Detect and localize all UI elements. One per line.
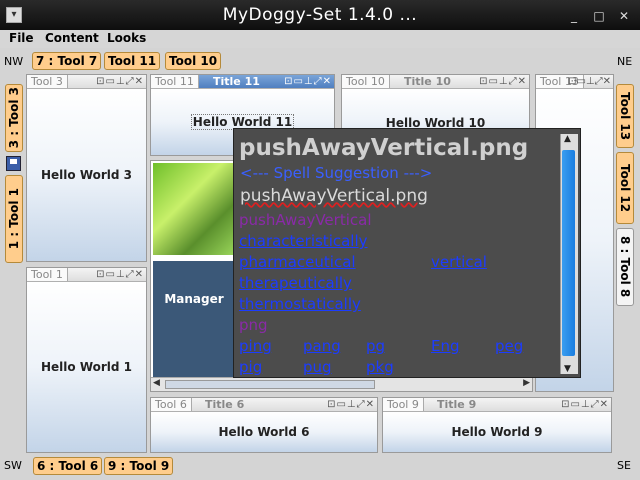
window-title: MyDoggy-Set 1.4.0 ... <box>222 5 418 25</box>
toolbar-button-tool-9[interactable]: 9 : Tool 9 <box>104 457 174 475</box>
panel-tool-3: Tool 3 ⊡▭⊥⤢✕ Hello World 3 <box>26 74 147 262</box>
spell-suggestion-popup: pushAwayVertical.png <--- Spell Suggesti… <box>233 128 581 378</box>
toolbar-button-tool-8[interactable]: 8 : Tool 8 <box>616 228 634 306</box>
panel-content: Hello World 1 <box>27 282 146 452</box>
toolbar-button-tool-6[interactable]: 6 : Tool 6 <box>33 457 103 475</box>
panel-content: Hello World 6 <box>151 412 377 452</box>
toolbar-button-tool-11[interactable]: Tool 11 <box>104 52 161 70</box>
suggestion-word[interactable]: Eng <box>431 337 460 355</box>
toolbar-button-label: 3 : Tool 3 <box>7 87 21 149</box>
suggestion-word[interactable]: pushAwayVertical <box>239 211 372 229</box>
toolbar-button-label: Tool 12 <box>618 163 632 213</box>
content-image <box>153 163 235 255</box>
panel-tool-9: Tool 9 Title 9 ⊡▭⊥⤢✕ Hello World 9 <box>382 397 612 453</box>
panel-tab[interactable]: Tool 3 <box>27 75 68 88</box>
toolbar-button-tool-1[interactable]: 1 : Tool 1 <box>5 175 23 263</box>
suggestion-word[interactable]: vertical <box>431 253 487 271</box>
panel-header[interactable]: Tool 9 Title 9 ⊡▭⊥⤢✕ <box>383 398 611 412</box>
panel-controls-icon[interactable]: ⊡▭⊥⤢✕ <box>96 268 144 281</box>
panel-header[interactable]: Tool 1 ⊡▭⊥⤢✕ <box>27 268 146 282</box>
scroll-down-icon[interactable]: ▼ <box>564 364 571 374</box>
panel-controls-icon[interactable]: ⊡▭⊥⤢✕ <box>561 398 609 411</box>
horizontal-scrollbar[interactable]: ◀ ▶ <box>151 377 532 391</box>
panel-tool-6: Tool 6 Title 6 ⊡▭⊥⤢✕ Hello World 6 <box>150 397 378 453</box>
toolbar-button-label: Tool 13 <box>618 91 632 141</box>
maximize-icon[interactable]: □ <box>592 9 606 23</box>
panel-title: Title 10 <box>404 75 451 88</box>
minimize-icon[interactable]: _ <box>567 9 581 23</box>
manager-panel[interactable]: Manager <box>153 261 235 377</box>
panel-tool-1: Tool 1 ⊡▭⊥⤢✕ Hello World 1 <box>26 267 147 453</box>
panel-header[interactable]: Tool 10 Title 10 ⊡▭⊥⤢✕ <box>342 75 529 89</box>
panel-header[interactable]: Tool 13 ⊡▭⊥⤢✕ <box>536 75 613 89</box>
toolbar-button-tool-3[interactable]: 3 : Tool 3 <box>5 84 23 152</box>
panel-tab[interactable]: Tool 1 <box>27 268 68 281</box>
popup-title: pushAwayVertical.png <box>239 135 529 161</box>
toolbar-button-tool-12[interactable]: Tool 12 <box>616 152 634 224</box>
suggestion-word[interactable]: pang <box>303 337 341 355</box>
suggestion-word[interactable]: therapeutically <box>239 274 352 292</box>
close-icon[interactable]: ✕ <box>617 9 631 23</box>
panel-content-text: Hello World 9 <box>451 425 543 439</box>
suggestion-word[interactable]: peg <box>495 337 523 355</box>
suggestion-word[interactable]: pug <box>303 358 332 376</box>
panel-title: Title 11 <box>213 75 260 88</box>
toolbar-button-label: 1 : Tool 1 <box>7 188 21 250</box>
suggestion-word[interactable]: pkg <box>366 358 394 376</box>
menu-bar: File Content Looks <box>0 30 640 48</box>
suggestion-word[interactable]: pg <box>366 337 385 355</box>
panel-content: Hello World 3 <box>27 89 146 261</box>
corner-sw: SW <box>4 459 22 472</box>
save-icon[interactable] <box>6 156 21 171</box>
corner-ne: NE <box>617 55 633 68</box>
corner-se: SE <box>617 459 631 472</box>
menu-content[interactable]: Content <box>45 31 99 45</box>
suggestion-word[interactable]: pharmaceutical <box>239 253 356 271</box>
toolbar-button-label: 8 : Tool 8 <box>618 236 632 298</box>
panel-tab[interactable]: Tool 11 <box>151 75 199 88</box>
scroll-right-icon[interactable]: ▶ <box>523 378 530 388</box>
suggestion-word[interactable]: characteristically <box>239 232 368 250</box>
menu-looks[interactable]: Looks <box>107 31 146 45</box>
suggestion-word[interactable]: pig <box>239 358 262 376</box>
panel-title: Title 9 <box>437 398 477 411</box>
panel-content-text: Hello World 6 <box>218 425 310 439</box>
panel-controls-icon[interactable]: ⊡▭⊥⤢✕ <box>479 75 527 88</box>
corner-nw: NW <box>4 55 24 68</box>
suggestion-word[interactable]: ping <box>239 337 272 355</box>
panel-header[interactable]: Tool 11 Title 11 ⊡▭⊥⤢✕ <box>151 75 334 89</box>
panel-tab[interactable]: Tool 9 <box>383 398 424 411</box>
panel-content-text: Hello World 1 <box>40 360 133 374</box>
panel-controls-icon[interactable]: ⊡▭⊥⤢✕ <box>327 398 375 411</box>
panel-controls-icon[interactable]: ⊡▭⊥⤢✕ <box>284 75 332 88</box>
spell-suggestion-header: <--- Spell Suggestion ---> <box>240 164 433 182</box>
misspelled-word: pushAwayVertical.png <box>240 186 428 206</box>
suggestion-word[interactable]: thermostatically <box>239 295 361 313</box>
suggestion-word[interactable]: png <box>239 316 268 334</box>
panel-header[interactable]: Tool 6 Title 6 ⊡▭⊥⤢✕ <box>151 398 377 412</box>
toolbar-button-tool-10[interactable]: Tool 10 <box>165 52 222 70</box>
toolbar-button-tool-13[interactable]: Tool 13 <box>616 84 634 148</box>
panel-header[interactable]: Tool 3 ⊡▭⊥⤢✕ <box>27 75 146 89</box>
menu-file[interactable]: File <box>9 31 34 45</box>
scroll-left-icon[interactable]: ◀ <box>153 378 160 388</box>
panel-controls-icon[interactable]: ⊡▭⊥⤢✕ <box>96 75 144 88</box>
window-title-bar[interactable]: ▾ MyDoggy-Set 1.4.0 ... _ □ ✕ <box>0 0 640 30</box>
popup-scroll-thumb[interactable] <box>562 150 575 356</box>
manager-label: Manager <box>164 292 224 306</box>
panel-tab[interactable]: Tool 6 <box>151 398 192 411</box>
scroll-up-icon[interactable]: ▲ <box>564 134 571 144</box>
panel-content-text: Hello World 3 <box>40 168 133 182</box>
toolbar-button-tool-7[interactable]: 7 : Tool 7 <box>32 52 102 70</box>
panel-title: Title 6 <box>205 398 245 411</box>
panel-controls-icon[interactable]: ⊡▭⊥⤢✕ <box>568 75 611 88</box>
panel-content: Hello World 9 <box>383 412 611 452</box>
scroll-thumb[interactable] <box>165 380 375 389</box>
panel-tab[interactable]: Tool 10 <box>342 75 390 88</box>
